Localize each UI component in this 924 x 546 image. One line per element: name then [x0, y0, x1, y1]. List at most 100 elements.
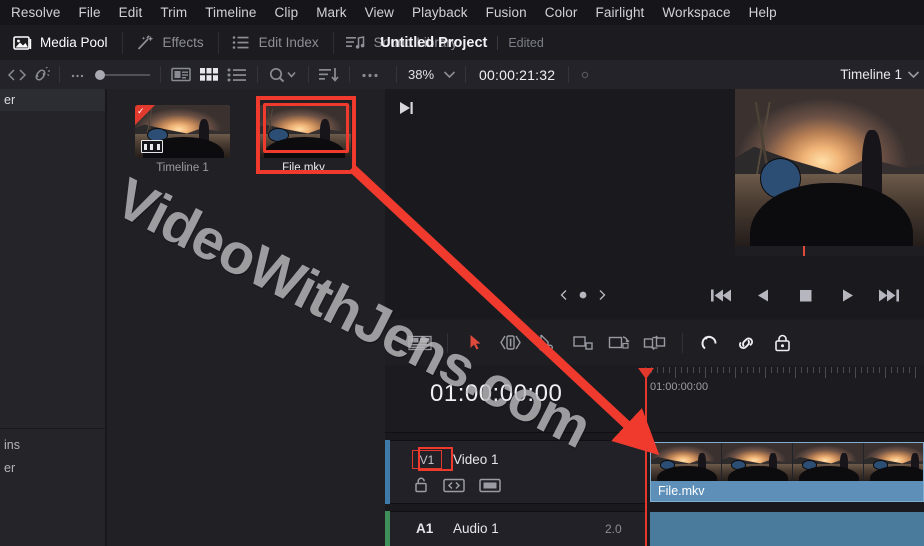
audio-channel-config[interactable]: 2.0 [605, 522, 622, 536]
effects-button[interactable]: Effects [123, 25, 218, 60]
menu-item-edit[interactable]: Edit [110, 2, 152, 24]
search-icon[interactable] [265, 63, 301, 87]
track-name-video1[interactable]: Video 1 [453, 452, 499, 467]
project-status-badge: Edited [508, 35, 544, 50]
media-pool-toolbar [0, 60, 385, 89]
track-view-options-icon[interactable] [403, 329, 437, 357]
media-pool-item-timeline[interactable]: ✓ Timeline 1 [135, 105, 230, 174]
loop-dot-icon[interactable] [573, 289, 593, 301]
skip-to-end-icon[interactable] [868, 287, 910, 304]
media-pool-button[interactable]: Media Pool [0, 25, 122, 60]
prev-next-arrows-icon[interactable] [6, 63, 28, 87]
clip-filmstrip [651, 443, 923, 481]
vw-divider-0 [396, 66, 397, 83]
annotation-box-v1-track [418, 447, 453, 471]
davinci-resolve-edit-page: Resolve File Edit Trim Timeline Clip Mar… [0, 0, 924, 546]
menu-item-help[interactable]: Help [740, 2, 786, 24]
sidebar-item-smart-filter[interactable]: er [0, 457, 105, 479]
transport-controls [385, 275, 924, 315]
sort-order-icon[interactable] [316, 63, 342, 87]
zoom-level-value[interactable]: 38% [402, 67, 438, 82]
edit-index-button[interactable]: Edit Index [219, 25, 333, 60]
video-enable-icon[interactable] [479, 478, 501, 493]
viewer-scrub-playhead[interactable] [803, 246, 806, 256]
record-dot-icon[interactable] [574, 63, 596, 87]
metadata-view-icon[interactable] [168, 63, 194, 87]
menu-item-mark[interactable]: Mark [307, 2, 355, 24]
ellipsis-icon[interactable] [67, 63, 89, 87]
ruler-tick-marks [645, 367, 924, 379]
stop-icon[interactable] [784, 287, 826, 304]
thumbnail-size-slider-icon[interactable] [91, 63, 153, 87]
mp-divider-1 [59, 66, 60, 83]
sound-library-icon [346, 34, 366, 52]
timeline-clip-name: File.mkv [658, 484, 705, 498]
loop-next-icon[interactable] [593, 289, 611, 301]
list-view-icon[interactable] [224, 63, 250, 87]
replace-clip-icon[interactable] [638, 329, 672, 357]
loop-prev-icon[interactable] [555, 289, 573, 301]
timeline-ruler[interactable]: 01:00:00:00 01:00:00:00 [385, 365, 924, 433]
position-lock-icon[interactable] [765, 329, 799, 357]
overwrite-clip-icon[interactable] [602, 329, 636, 357]
timeline-chevron-down-icon[interactable] [902, 63, 924, 87]
project-title[interactable]: Untitled Project [380, 35, 487, 51]
effects-label: Effects [162, 35, 204, 50]
mp-divider-4 [308, 66, 309, 83]
play-forward-icon[interactable] [826, 287, 868, 304]
playhead-timecode-label: 01:00:00:00 [650, 381, 709, 393]
media-pool-label: Media Pool [40, 35, 108, 50]
timeline-thumbnail[interactable]: ✓ [135, 105, 230, 158]
annotation-box-file-thumbnail [263, 103, 349, 153]
timeline-clip-label: Timeline 1 [156, 162, 209, 174]
skip-to-start-icon[interactable] [700, 287, 742, 304]
more-options-icon[interactable] [357, 63, 383, 87]
viewer-timecode[interactable]: 00:00:21:32 [471, 67, 563, 83]
track-controls-v1 [414, 477, 501, 493]
menu-item-fairlight[interactable]: Fairlight [586, 2, 653, 24]
media-pool-sidebar: er ins er [0, 89, 105, 546]
link-clips-icon[interactable] [729, 329, 763, 357]
auto-select-icon[interactable] [443, 478, 465, 493]
sidebar-item-master[interactable]: er [0, 89, 105, 111]
play-reverse-icon[interactable] [742, 287, 784, 304]
tl-divider-2 [682, 332, 683, 353]
sidebar-item-bins[interactable]: ins [0, 434, 105, 456]
menu-item-clip[interactable]: Clip [266, 2, 308, 24]
menu-item-trim[interactable]: Trim [151, 2, 196, 24]
menu-item-timeline[interactable]: Timeline [196, 2, 265, 24]
checkmark-icon: ✓ [137, 106, 145, 116]
trim-edit-mode-icon[interactable] [494, 329, 528, 357]
tl-divider-1 [447, 332, 448, 353]
blade-edit-mode-icon[interactable] [530, 329, 564, 357]
edit-index-list-icon [231, 34, 251, 52]
timeline-tracks: V1 Video 1 File.mkv A1 Audio 1 2.0 [385, 433, 924, 546]
playhead-marker-icon[interactable] [638, 368, 654, 379]
viewer-toolbar: 38% 00:00:21:32 Timeline 1 [385, 60, 924, 89]
grid-view-icon[interactable] [196, 63, 222, 87]
track-header-a1[interactable]: A1 Audio 1 2.0 [390, 511, 645, 546]
track-id-a1[interactable]: A1 [416, 521, 433, 536]
skip-to-end-icon[interactable] [395, 97, 417, 119]
unlink-clip-icon[interactable] [30, 63, 52, 87]
menu-item-fusion[interactable]: Fusion [477, 2, 536, 24]
timeline-audio-clip[interactable] [650, 512, 924, 546]
menu-item-file[interactable]: File [69, 2, 109, 24]
chevron-down-icon[interactable] [438, 63, 460, 87]
lock-track-icon[interactable] [414, 477, 429, 493]
playhead-line[interactable] [645, 370, 647, 546]
track-name-audio1[interactable]: Audio 1 [453, 521, 499, 536]
menu-item-view[interactable]: View [356, 2, 403, 24]
timeline-start-timecode: 01:00:00:00 [430, 380, 563, 407]
viewer-image [735, 89, 924, 246]
snapping-icon[interactable] [693, 329, 727, 357]
menu-item-workspace[interactable]: Workspace [653, 2, 739, 24]
timeline-selector-label[interactable]: Timeline 1 [840, 67, 902, 82]
insert-clip-icon[interactable] [566, 329, 600, 357]
selection-mode-icon[interactable] [458, 329, 492, 357]
viewer-scrubber[interactable] [735, 246, 924, 256]
menu-item-resolve[interactable]: Resolve [2, 2, 69, 24]
timeline-clip-file[interactable]: File.mkv [650, 442, 924, 502]
menu-item-playback[interactable]: Playback [403, 2, 477, 24]
menu-item-color[interactable]: Color [536, 2, 587, 24]
